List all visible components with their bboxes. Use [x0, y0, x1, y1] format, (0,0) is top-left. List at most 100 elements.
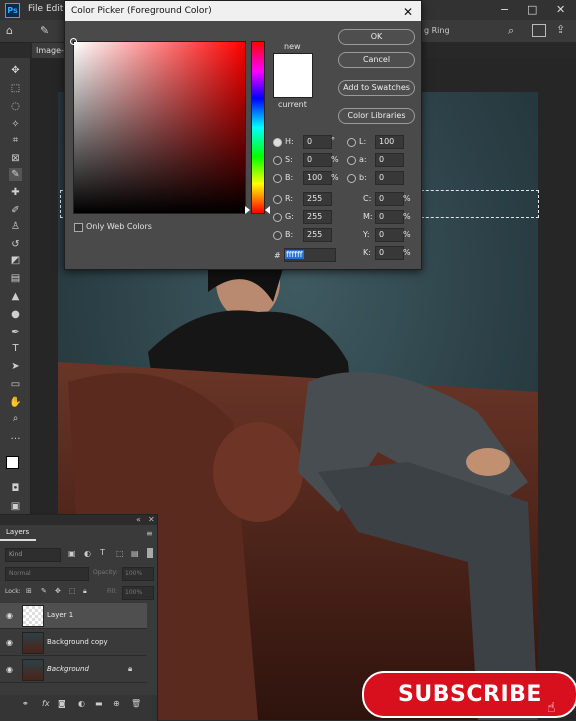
hue-slider-arrow-right[interactable] — [265, 206, 270, 214]
hand-tool-icon[interactable]: ✋ — [9, 396, 22, 409]
close-window-icon[interactable]: ✕ — [556, 3, 565, 16]
layer-row-background[interactable]: ◉ Background 🔒︎ — [0, 657, 147, 683]
eyedropper-icon[interactable]: ✎ — [40, 24, 54, 38]
subscribe-button[interactable]: SUBSCRIBE — [362, 671, 576, 718]
menu-edit[interactable]: Edit — [46, 4, 63, 14]
a-channel-field[interactable]: 0 — [375, 153, 404, 167]
close-icon[interactable]: ✕ — [403, 2, 413, 22]
layers-tab[interactable]: Layers — [0, 525, 36, 541]
delete-layer-icon[interactable]: 🗑︎ — [131, 699, 141, 708]
healing-brush-tool-icon[interactable]: ✚ — [9, 186, 22, 199]
hue-field[interactable]: 0 — [303, 135, 332, 149]
filter-pixel-icon[interactable]: ▣ — [68, 549, 76, 558]
filter-toggle[interactable] — [147, 548, 153, 558]
share-icon[interactable]: ⇪ — [556, 23, 565, 36]
new-layer-icon[interactable]: ⊕ — [113, 699, 120, 708]
visibility-eye-icon[interactable]: ◉ — [6, 638, 13, 647]
filter-smart-object-icon[interactable]: ▤ — [131, 549, 139, 558]
blend-mode-select[interactable]: Normal — [5, 567, 89, 581]
color-field[interactable] — [73, 41, 246, 214]
clone-stamp-tool-icon[interactable]: ♙ — [9, 220, 22, 233]
add-to-swatches-button[interactable]: Add to Swatches — [338, 80, 415, 96]
quick-mask-icon[interactable]: ◘ — [9, 482, 22, 495]
brightness-radio[interactable] — [273, 174, 282, 183]
fill-field[interactable]: 100% — [122, 586, 154, 600]
cancel-button[interactable]: Cancel — [338, 52, 415, 68]
lock-position-icon[interactable]: ✥ — [55, 587, 61, 595]
maximize-icon[interactable]: □ — [527, 3, 537, 16]
minimize-icon[interactable]: − — [500, 3, 509, 16]
search-icon[interactable]: ⌕ — [508, 24, 514, 38]
foreground-color-swatch[interactable] — [6, 456, 19, 469]
menu-file[interactable]: File — [28, 4, 43, 14]
visibility-eye-icon[interactable]: ◉ — [6, 611, 13, 620]
dodge-tool-icon[interactable]: ● — [9, 308, 22, 321]
filter-adjustment-icon[interactable]: ◐ — [84, 549, 91, 558]
eraser-tool-icon[interactable]: ◩ — [9, 254, 22, 267]
panel-menu-icon[interactable]: ≡ — [146, 529, 153, 538]
crop-tool-icon[interactable]: ⌗ — [9, 134, 22, 147]
black-field[interactable]: 0 — [375, 246, 404, 260]
b-channel-radio[interactable] — [347, 174, 356, 183]
layer-row-layer-1[interactable]: ◉ Layer 1 — [0, 603, 147, 629]
brightness-field[interactable]: 100 — [303, 171, 332, 185]
gradient-tool-icon[interactable]: ▤ — [9, 272, 22, 285]
lightness-field[interactable]: 100 — [375, 135, 404, 149]
red-radio[interactable] — [273, 195, 282, 204]
history-brush-tool-icon[interactable]: ↺ — [9, 238, 22, 251]
lightness-radio[interactable] — [347, 138, 356, 147]
a-channel-radio[interactable] — [347, 156, 356, 165]
hue-slider-arrow-left[interactable] — [245, 206, 250, 214]
yellow-field[interactable]: 0 — [375, 228, 404, 242]
collapse-icon[interactable]: « — [136, 515, 141, 524]
marquee-tool-icon[interactable]: ⬚ — [9, 82, 22, 95]
blue-field[interactable]: 255 — [303, 228, 332, 242]
pen-tool-icon[interactable]: ✒ — [9, 326, 22, 339]
layer-style-icon[interactable]: fx — [42, 699, 50, 708]
layer-row-background-copy[interactable]: ◉ Background copy — [0, 630, 147, 656]
filter-kind-select[interactable]: Kind — [5, 548, 61, 562]
color-libraries-button[interactable]: Color Libraries — [338, 108, 415, 124]
only-web-colors-checkbox[interactable] — [74, 223, 83, 232]
lock-pixels-icon[interactable]: ✎ — [41, 587, 47, 595]
lock-all-icon[interactable]: 🔒︎ — [83, 587, 87, 596]
filter-shape-icon[interactable]: ⬚ — [116, 549, 124, 558]
layer-name[interactable]: Layer 1 — [47, 611, 73, 619]
current-color-swatch[interactable] — [273, 75, 313, 98]
hex-field[interactable]: ffffff — [284, 248, 336, 262]
blue-radio[interactable] — [273, 231, 282, 240]
magenta-field[interactable]: 0 — [375, 210, 404, 224]
hue-slider[interactable] — [251, 41, 265, 214]
lock-transparent-icon[interactable]: ⊞ — [26, 587, 32, 595]
saturation-radio[interactable] — [273, 156, 282, 165]
green-radio[interactable] — [273, 213, 282, 222]
b-channel-field[interactable]: 0 — [375, 171, 404, 185]
layer-name[interactable]: Background — [47, 665, 89, 673]
path-select-tool-icon[interactable]: ➤ — [9, 360, 22, 373]
screen-mode-icon[interactable]: ▣ — [9, 500, 22, 513]
workspace-icon[interactable] — [532, 24, 546, 37]
layer-name[interactable]: Background copy — [47, 638, 108, 646]
blur-tool-icon[interactable]: ▲ — [9, 290, 22, 303]
cyan-field[interactable]: 0 — [375, 192, 404, 206]
lock-artboard-icon[interactable]: ⬚ — [69, 587, 76, 595]
type-tool-icon[interactable]: T — [9, 342, 22, 355]
new-group-icon[interactable]: ▬ — [95, 699, 103, 708]
color-field-cursor[interactable] — [70, 38, 77, 45]
link-layers-icon[interactable]: ⚭ — [22, 699, 29, 708]
lasso-tool-icon[interactable]: ◌ — [9, 100, 22, 113]
red-field[interactable]: 255 — [303, 192, 332, 206]
green-field[interactable]: 255 — [303, 210, 332, 224]
opacity-field[interactable]: 100% — [122, 567, 154, 581]
filter-type-icon[interactable]: T — [100, 548, 105, 557]
frame-tool-icon[interactable]: ⊠ — [9, 152, 22, 165]
more-tools-icon[interactable]: … — [9, 430, 22, 443]
home-icon[interactable]: ⌂ — [6, 24, 20, 38]
add-mask-icon[interactable]: ◙ — [58, 699, 66, 708]
sample-ring-label[interactable]: g Ring — [424, 26, 450, 35]
adjustment-layer-icon[interactable]: ◐ — [78, 699, 85, 708]
hue-radio[interactable] — [273, 138, 282, 147]
ok-button[interactable]: OK — [338, 29, 415, 45]
quick-select-tool-icon[interactable]: ✧ — [9, 118, 22, 131]
move-tool-icon[interactable]: ✥ — [9, 64, 22, 77]
